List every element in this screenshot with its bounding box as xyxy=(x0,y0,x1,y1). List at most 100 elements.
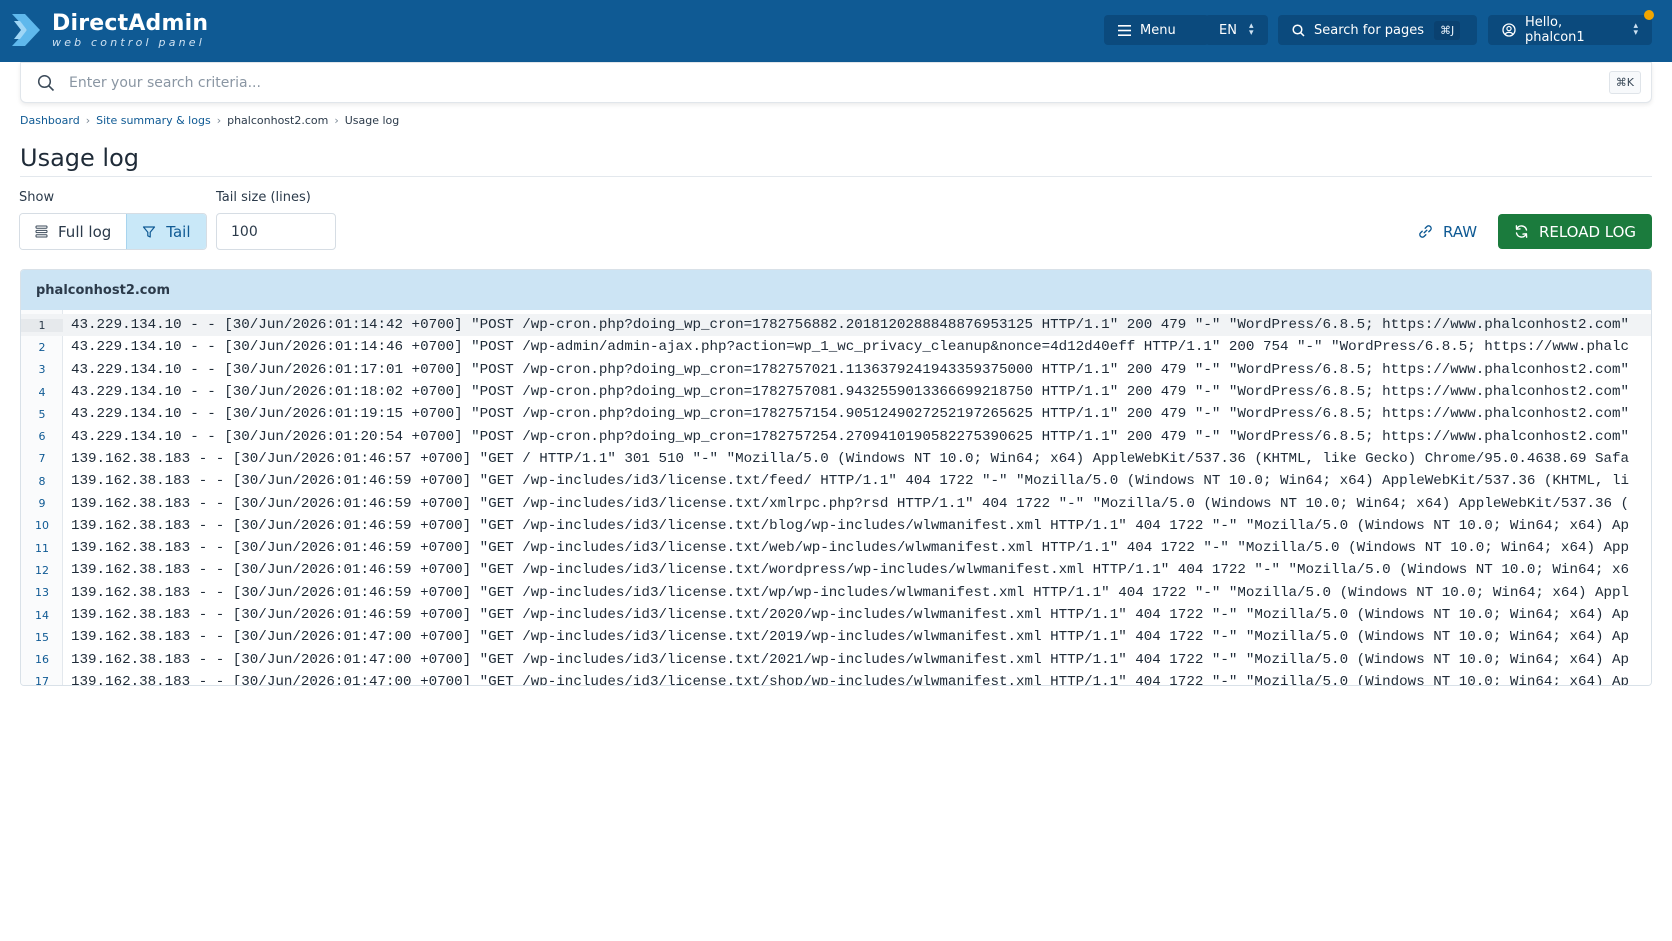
brand-subtitle: web control panel xyxy=(52,35,206,49)
title-divider xyxy=(20,176,1652,177)
log-line-text: 139.162.38.183 - - [30/Jun/2026:01:46:59… xyxy=(71,473,1630,490)
breadcrumb-current: Usage log xyxy=(344,114,400,127)
log-line[interactable]: 9 139.162.38.183 - - [30/Jun/2026:01:46:5… xyxy=(21,492,1651,514)
line-number: 11 xyxy=(35,541,49,555)
log-line-text: 43.229.134.10 - - [30/Jun/2026:01:20:54 … xyxy=(71,428,1630,445)
log-line[interactable]: 3 43.229.134.10 - - [30/Jun/2026:01:17:01… xyxy=(21,359,1651,381)
reload-log-label: RELOAD LOG xyxy=(1538,222,1637,241)
log-line[interactable]: 5 43.229.134.10 - - [30/Jun/2026:01:19:15… xyxy=(21,403,1651,425)
user-greeting: Hello, phalcon1 xyxy=(1525,15,1585,45)
line-number: 7 xyxy=(38,452,46,466)
line-number: 3 xyxy=(38,363,46,377)
directadmin-logo-icon xyxy=(12,14,40,46)
line-number: 2 xyxy=(38,340,46,354)
line-number: 12 xyxy=(35,563,49,577)
top-header: DirectAdmin web control panel Menu EN ▴ ▾… xyxy=(0,0,1672,62)
log-line[interactable]: 4 43.229.134.10 - - [30/Jun/2026:01:18:02… xyxy=(21,381,1651,403)
raw-label: RAW xyxy=(1443,222,1478,241)
search-pages-label: Search for pages xyxy=(1314,22,1425,38)
tail-option[interactable]: Tail xyxy=(126,214,206,249)
log-line-text: 139.162.38.183 - - [30/Jun/2026:01:46:59… xyxy=(71,584,1630,601)
global-search-bar: ⌘K xyxy=(20,62,1652,103)
log-line[interactable]: 6 43.229.134.10 - - [30/Jun/2026:01:20:54… xyxy=(21,425,1651,447)
list-icon xyxy=(35,225,48,238)
line-number: 9 xyxy=(38,497,46,511)
log-line[interactable]: 7 139.162.38.183 - - [30/Jun/2026:01:46:5… xyxy=(21,448,1651,470)
search-pages-shortcut: ⌘J xyxy=(1434,20,1461,40)
breadcrumb-dashboard[interactable]: Dashboard xyxy=(20,114,80,127)
menu-label: Menu xyxy=(1140,22,1176,38)
log-line[interactable]: 12 139.162.38.183 - - [30/Jun/2026:01:46:… xyxy=(21,559,1651,581)
global-search-input[interactable] xyxy=(69,74,1609,91)
tail-size-input[interactable] xyxy=(216,213,336,250)
raw-button[interactable]: RAW xyxy=(1414,214,1481,249)
show-toggle: Full log Tail xyxy=(19,213,207,250)
log-line-text: 139.162.38.183 - - [30/Jun/2026:01:46:59… xyxy=(71,517,1630,534)
log-line-text: 139.162.38.183 - - [30/Jun/2026:01:46:59… xyxy=(71,495,1630,512)
link-icon xyxy=(1418,224,1433,239)
line-number: 13 xyxy=(35,586,49,600)
line-number: 6 xyxy=(38,430,46,444)
chevron-right-icon: › xyxy=(334,114,339,127)
log-line-text: 43.229.134.10 - - [30/Jun/2026:01:17:01 … xyxy=(71,361,1630,378)
log-line-text: 139.162.38.183 - - [30/Jun/2026:01:46:57… xyxy=(71,450,1630,467)
chevron-updown-icon: ▴ ▾ xyxy=(1248,21,1254,38)
breadcrumb: Dashboard › Site summary & logs › phalco… xyxy=(20,114,399,127)
log-line[interactable]: 11 139.162.38.183 - - [30/Jun/2026:01:46:… xyxy=(21,537,1651,559)
log-line[interactable]: 13 139.162.38.183 - - [30/Jun/2026:01:46:… xyxy=(21,582,1651,604)
log-line[interactable]: 16 139.162.38.183 - - [30/Jun/2026:01:47:… xyxy=(21,648,1651,670)
line-number: 17 xyxy=(35,675,49,686)
log-line-text: 139.162.38.183 - - [30/Jun/2026:01:46:59… xyxy=(71,607,1630,623)
log-panel: phalconhost2.com 1 43.229.134.10 - - [30/… xyxy=(20,269,1652,686)
page-title: Usage log xyxy=(20,144,139,172)
log-line-text: 139.162.38.183 - - [30/Jun/2026:01:47:00… xyxy=(71,673,1630,686)
menu-button[interactable]: Menu xyxy=(1104,15,1209,45)
hamburger-icon xyxy=(1118,24,1131,36)
chevron-updown-icon: ▴ ▾ xyxy=(1633,21,1638,38)
log-line[interactable]: 8 139.162.38.183 - - [30/Jun/2026:01:46:5… xyxy=(21,470,1651,492)
user-circle-icon xyxy=(1502,23,1516,37)
log-line-text: 43.229.134.10 - - [30/Jun/2026:01:14:46 … xyxy=(71,339,1630,356)
language-select[interactable]: EN ▴ ▾ xyxy=(1205,15,1268,45)
line-number: 14 xyxy=(35,608,49,622)
search-shortcut: ⌘K xyxy=(1608,71,1641,94)
search-icon xyxy=(37,74,55,92)
logo[interactable]: DirectAdmin web control panel xyxy=(10,10,208,50)
search-icon xyxy=(1292,23,1305,37)
line-number: 10 xyxy=(35,519,49,533)
logo-text: DirectAdmin web control panel xyxy=(52,12,208,49)
full-log-option[interactable]: Full log xyxy=(20,214,127,249)
line-number: 15 xyxy=(35,630,49,644)
full-log-label: Full log xyxy=(58,222,112,241)
refresh-icon xyxy=(1514,224,1529,239)
log-line-text: 43.229.134.10 - - [30/Jun/2026:01:14:42 … xyxy=(71,317,1630,334)
log-domain-header: phalconhost2.com xyxy=(21,270,1651,310)
log-line-text: 139.162.38.183 - - [30/Jun/2026:01:46:59… xyxy=(71,562,1630,579)
log-line[interactable]: 2 43.229.134.10 - - [30/Jun/2026:01:14:46… xyxy=(21,336,1651,358)
log-line[interactable]: 17 139.162.38.183 - - [30/Jun/2026:01:47:… xyxy=(21,671,1651,686)
chevron-right-icon: › xyxy=(216,114,222,127)
breadcrumb-domain[interactable]: phalconhost2.com xyxy=(227,114,328,127)
filter-icon xyxy=(142,225,156,239)
log-lines: 1 43.229.134.10 - - [30/Jun/2026:01:14:42… xyxy=(21,314,1651,686)
breadcrumb-site-summary[interactable]: Site summary & logs xyxy=(96,114,211,127)
log-line[interactable]: 10 139.162.38.183 - - [30/Jun/2026:01:46:… xyxy=(21,515,1651,537)
reload-log-button[interactable]: RELOAD LOG xyxy=(1498,214,1652,249)
line-number: 16 xyxy=(35,653,49,667)
log-line-text: 43.229.134.10 - - [30/Jun/2026:01:19:15 … xyxy=(71,406,1630,423)
line-number: 1 xyxy=(21,318,63,332)
log-line-text: 139.162.38.183 - - [30/Jun/2026:01:46:59… xyxy=(71,540,1630,557)
notification-dot xyxy=(1644,10,1654,20)
search-pages-button[interactable]: Search for pages ⌘J xyxy=(1278,15,1477,45)
user-menu-button[interactable]: Hello, phalcon1 ▴ ▾ xyxy=(1488,15,1652,45)
line-number: 8 xyxy=(38,474,46,488)
show-label: Show xyxy=(19,190,55,205)
tail-size-label: Tail size (lines) xyxy=(216,190,311,205)
language-label: EN xyxy=(1219,22,1237,38)
log-line[interactable]: 1 43.229.134.10 - - [30/Jun/2026:01:14:42… xyxy=(21,314,1651,337)
log-line[interactable]: 14 139.162.38.183 - - [30/Jun/2026:01:46:… xyxy=(21,604,1651,626)
chevron-right-icon: › xyxy=(85,114,91,127)
log-line[interactable]: 15 139.162.38.183 - - [30/Jun/2026:01:47:… xyxy=(21,626,1651,648)
log-viewer[interactable]: 1 43.229.134.10 - - [30/Jun/2026:01:14:42… xyxy=(21,310,1651,686)
line-number: 5 xyxy=(38,407,46,421)
